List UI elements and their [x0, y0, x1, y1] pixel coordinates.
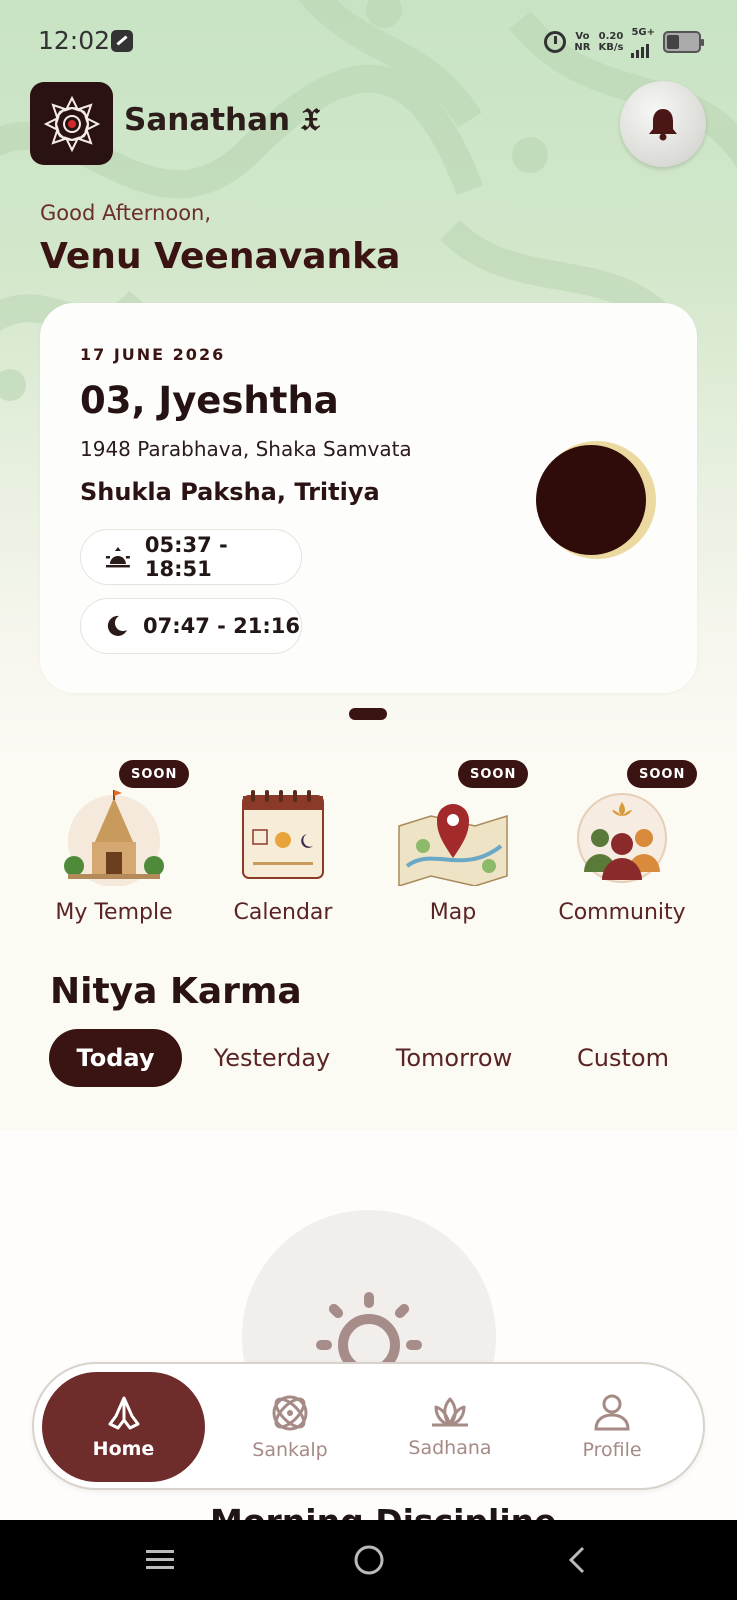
- calendar-icon: [242, 790, 324, 879]
- nav-sadhana[interactable]: Sadhana: [380, 1372, 520, 1482]
- sun-times: 05:37 - 18:51: [144, 533, 228, 581]
- nav-profile[interactable]: Profile: [542, 1372, 682, 1482]
- quick-action-my-temple[interactable]: SOON My Temple: [29, 760, 199, 935]
- battery-icon: [663, 31, 704, 53]
- nav-label: Profile: [582, 1439, 642, 1461]
- speed-value: 0.20: [598, 31, 624, 42]
- signal-label: 5G+: [631, 26, 655, 38]
- moonrise-moonset-pill: 07:47 - 21:16: [80, 598, 302, 654]
- cellular-indicator: 5G+: [631, 27, 655, 58]
- tab-custom[interactable]: Custom: [565, 1029, 681, 1087]
- status-time: 12:02: [38, 26, 111, 55]
- user-name: Venu Veenavanka: [40, 236, 401, 277]
- quick-action-community[interactable]: SOON Community: [537, 760, 707, 935]
- namaste-hands-icon: [108, 1396, 139, 1430]
- status-indicators: Vo NR 0.20 KB/s 5G+: [544, 27, 704, 58]
- bell-icon: [649, 109, 677, 141]
- nav-label: Sankalp: [252, 1439, 328, 1461]
- soon-badge: SOON: [627, 760, 698, 788]
- sunrise-sunset-pill: 05:37 - 18:51: [80, 529, 302, 585]
- signal-icon: [631, 38, 655, 58]
- bottom-navigation: Home Sankalp Sadhana Profile: [32, 1362, 705, 1490]
- mandala-logo-icon: [30, 82, 113, 165]
- status-bar: 12:02 Vo NR 0.20 KB/s 5G+: [0, 0, 737, 80]
- home-button[interactable]: [329, 1520, 409, 1600]
- quick-action-label: Map: [429, 900, 477, 925]
- map-icon: [398, 804, 508, 886]
- tab-yesterday[interactable]: Yesterday: [202, 1029, 342, 1087]
- soon-badge: SOON: [458, 760, 529, 788]
- quick-action-label: Calendar: [233, 900, 333, 925]
- tab-today[interactable]: Today: [49, 1029, 182, 1087]
- notification-app-icon: [111, 30, 133, 52]
- nav-home[interactable]: Home: [42, 1372, 205, 1482]
- panchang-date: 17 JUNE 2026: [80, 345, 226, 364]
- panchang-hindu-date: 03, Jyeshtha: [80, 379, 339, 422]
- system-navigation-bar: [0, 1520, 737, 1600]
- atom-icon: [272, 1395, 308, 1431]
- carousel-page-indicator[interactable]: [349, 708, 387, 720]
- greeting-text: Good Afternoon,: [40, 201, 212, 225]
- temple-icon: [64, 790, 164, 886]
- speed-unit: KB/s: [598, 42, 624, 53]
- moon-times: 07:47 - 21:16: [143, 614, 301, 638]
- nav-label: Home: [92, 1438, 155, 1460]
- back-arrow-icon: [568, 1546, 585, 1574]
- quick-action-label: My Temple: [55, 900, 173, 925]
- quick-action-map[interactable]: SOON Map: [368, 760, 538, 935]
- quick-action-label: Community: [558, 900, 686, 925]
- panchang-samvat: 1948 Parabhava, Shaka Samvata: [80, 437, 412, 461]
- moon-phase-icon: [536, 441, 656, 559]
- recent-apps-button[interactable]: [120, 1520, 200, 1600]
- alarm-icon: [544, 31, 567, 53]
- nav-sankalp[interactable]: Sankalp: [220, 1372, 360, 1482]
- back-button[interactable]: [537, 1520, 617, 1600]
- app-name: Sanathan 𝔛: [124, 102, 320, 138]
- lotus-icon: [432, 1397, 468, 1427]
- volte-indicator: Vo NR: [574, 31, 590, 53]
- notifications-button[interactable]: [620, 81, 706, 167]
- nitya-karma-title: Nitya Karma: [50, 971, 302, 1012]
- panchang-card[interactable]: 17 JUNE 2026 03, Jyeshtha 1948 Parabhava…: [40, 303, 697, 693]
- nav-label: Sadhana: [408, 1437, 492, 1459]
- network-speed: 0.20 KB/s: [598, 31, 623, 53]
- tab-tomorrow[interactable]: Tomorrow: [383, 1029, 525, 1087]
- network-bottom-label: NR: [574, 42, 591, 53]
- menu-icon: [146, 1550, 174, 1569]
- moon-icon: [107, 615, 127, 636]
- home-circle-icon: [354, 1545, 384, 1575]
- community-icon: [577, 793, 667, 883]
- sunrise-icon: [105, 547, 130, 568]
- person-icon: [594, 1394, 630, 1431]
- panchang-paksha: Shukla Paksha, Tritiya: [80, 478, 380, 506]
- soon-badge: SOON: [119, 760, 190, 788]
- quick-action-calendar[interactable]: Calendar: [198, 760, 368, 935]
- network-top-label: Vo: [575, 31, 590, 42]
